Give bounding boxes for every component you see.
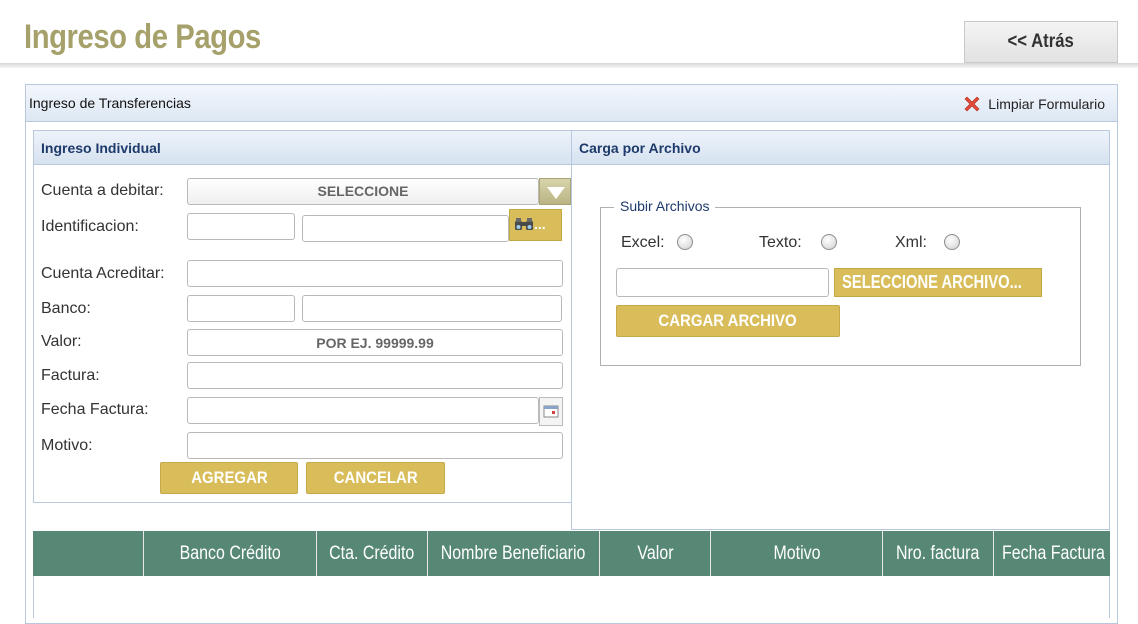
motivo-label: Motivo:: [41, 437, 93, 454]
xml-label: Xml:: [895, 234, 927, 251]
file-path-input[interactable]: [616, 268, 829, 297]
back-button[interactable]: << Atrás: [964, 21, 1118, 63]
fecha-factura-label: Fecha Factura:: [41, 401, 149, 418]
upload-file-button[interactable]: CARGAR ARCHIVO: [616, 305, 840, 337]
column-header: Nro. factura: [883, 531, 994, 576]
xml-radio[interactable]: [944, 234, 960, 250]
binoculars-icon: [515, 218, 533, 230]
column-header: Cta. Crédito: [317, 531, 428, 576]
cuenta-dropdown-button[interactable]: [539, 178, 571, 205]
excel-radio[interactable]: [677, 234, 693, 250]
column-header: Fecha Factura: [1002, 542, 1105, 564]
clear-form-button[interactable]: Limpiar Formulario: [962, 94, 1105, 114]
cuenta-acreditar-input[interactable]: [187, 260, 563, 287]
file-section-title: Carga por Archivo: [572, 131, 1109, 165]
cuenta-debitar-select[interactable]: SELECCIONE: [187, 178, 539, 205]
fecha-factura-input[interactable]: [187, 397, 539, 424]
texto-radio[interactable]: [821, 234, 837, 250]
column-header: Nombre Beneficiario: [428, 531, 600, 576]
cuenta-acreditar-label: Cuenta Acreditar:: [41, 265, 165, 282]
identificacion-label: Identificacion:: [41, 218, 139, 235]
factura-input[interactable]: [187, 362, 563, 389]
add-button[interactable]: AGREGAR: [160, 462, 298, 494]
valor-input[interactable]: [187, 329, 563, 356]
select-file-button[interactable]: SELECCIONE ARCHIVO...: [834, 268, 1042, 297]
motivo-input[interactable]: [187, 432, 563, 459]
close-icon: [964, 96, 980, 112]
calendar-button[interactable]: [539, 397, 563, 426]
header-divider: [0, 63, 1138, 68]
calendar-icon: [543, 405, 559, 418]
identificacion-search-button[interactable]: ...: [509, 209, 562, 241]
column-header: Banco Crédito: [144, 531, 317, 576]
payments-table-header: Banco Crédito Cta. Crédito Nombre Benefi…: [33, 531, 1110, 576]
factura-label: Factura:: [41, 367, 100, 384]
panel-title: Ingreso de Transferencias: [29, 95, 191, 111]
valor-label: Valor:: [41, 333, 82, 350]
column-header: Motivo: [711, 531, 883, 576]
cancel-button[interactable]: CANCELAR: [306, 462, 445, 494]
individual-section-title: Ingreso Individual: [34, 131, 571, 165]
column-header: Valor: [600, 531, 711, 576]
column-header: [33, 531, 144, 576]
banco-name-input[interactable]: [302, 295, 562, 322]
upload-legend: Subir Archivos: [614, 198, 716, 214]
excel-label: Excel:: [621, 234, 665, 251]
texto-label: Texto:: [759, 234, 802, 251]
banco-label: Banco:: [41, 300, 91, 317]
identificacion-type-input[interactable]: [187, 213, 295, 240]
identificacion-input[interactable]: [302, 215, 509, 242]
clear-form-label: Limpiar Formulario: [988, 96, 1105, 112]
payments-table-body: [33, 576, 1110, 618]
cuenta-debitar-label: Cuenta a debitar:: [41, 182, 164, 199]
panel-header: Ingreso de Transferencias Limpiar Formul…: [26, 85, 1117, 122]
banco-code-input[interactable]: [187, 295, 295, 322]
page-title: Ingreso de Pagos: [24, 18, 261, 56]
chevron-down-icon: [547, 187, 565, 199]
